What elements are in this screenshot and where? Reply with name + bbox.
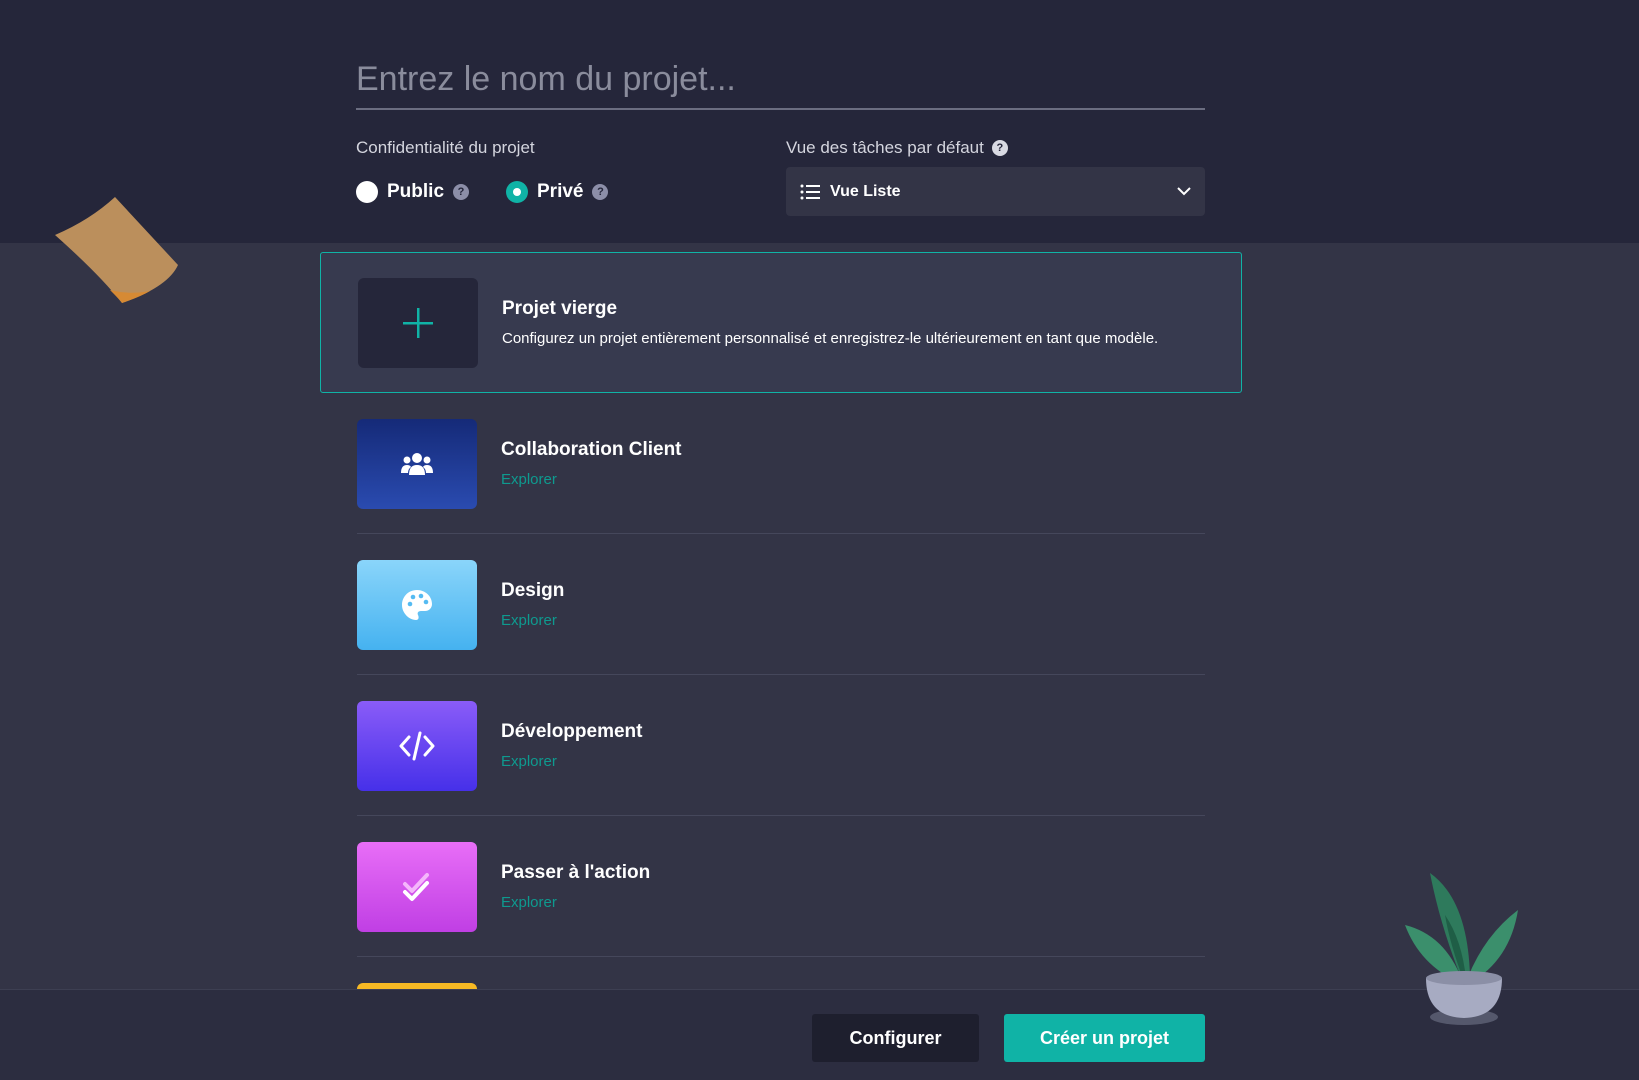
help-icon[interactable]: ? (991, 140, 1008, 156)
project-name-input[interactable] (356, 50, 1205, 110)
help-icon[interactable]: ? (453, 184, 470, 200)
privacy-label: Confidentialité du projet (356, 138, 535, 157)
template-blank-project[interactable]: Projet vierge Configurez un projet entiè… (320, 252, 1242, 393)
divider (357, 956, 1205, 957)
template-client-collaboration[interactable]: Collaboration Client Explorer (320, 393, 1242, 534)
template-title: Design (501, 580, 565, 601)
explore-link[interactable]: Explorer (501, 612, 564, 629)
template-development[interactable]: Développement Explorer (320, 675, 1242, 816)
default-view-select[interactable]: Vue Liste (786, 167, 1205, 216)
template-take-action[interactable]: Passer à l'action Explorer (320, 816, 1242, 957)
users-icon (401, 452, 433, 475)
privacy-option-private[interactable]: Privé ? (506, 181, 609, 203)
default-view-label-row: Vue des tâches par défaut ? (786, 138, 1008, 158)
create-project-page: Confidentialité du projet Vue des tâches… (0, 0, 1639, 1080)
radio-button[interactable] (356, 181, 378, 203)
template-thumbnail (357, 559, 477, 650)
explore-link[interactable]: Explorer (501, 894, 650, 911)
explore-link[interactable]: Explorer (501, 471, 682, 488)
template-title: Développement (501, 721, 643, 742)
template-thumbnail (357, 418, 477, 509)
double-check-icon (403, 872, 429, 901)
privacy-option-label: Privé (537, 181, 584, 202)
configure-button[interactable]: Configurer (812, 1014, 979, 1062)
template-thumbnail (357, 841, 477, 932)
default-view-label: Vue des tâches par défaut (786, 138, 984, 157)
plant-illustration (1400, 865, 1530, 1035)
privacy-option-label: Public (387, 181, 445, 202)
template-title: Projet vierge (502, 298, 618, 319)
template-description: Configurez un projet entièrement personn… (502, 330, 1159, 347)
template-design[interactable]: Design Explorer (320, 534, 1242, 675)
explore-link[interactable]: Explorer (501, 753, 642, 770)
paper-illustration (50, 195, 180, 310)
template-title: Collaboration Client (501, 439, 682, 460)
template-list: Projet vierge Configurez un projet entiè… (320, 252, 1242, 957)
template-thumbnail (357, 700, 477, 791)
default-view-value: Vue Liste (830, 182, 901, 200)
template-title: Passer à l'action (501, 862, 651, 883)
template-thumbnail (358, 277, 478, 368)
palette-icon (402, 589, 432, 620)
code-icon (399, 731, 435, 760)
help-icon[interactable]: ? (592, 184, 609, 200)
radio-button-checked[interactable] (506, 181, 528, 203)
plus-icon (403, 307, 433, 338)
list-icon (800, 184, 820, 199)
create-project-button[interactable]: Créer un projet (1004, 1014, 1205, 1062)
chevron-down-icon (1177, 187, 1191, 196)
privacy-option-public[interactable]: Public ? (356, 181, 470, 203)
